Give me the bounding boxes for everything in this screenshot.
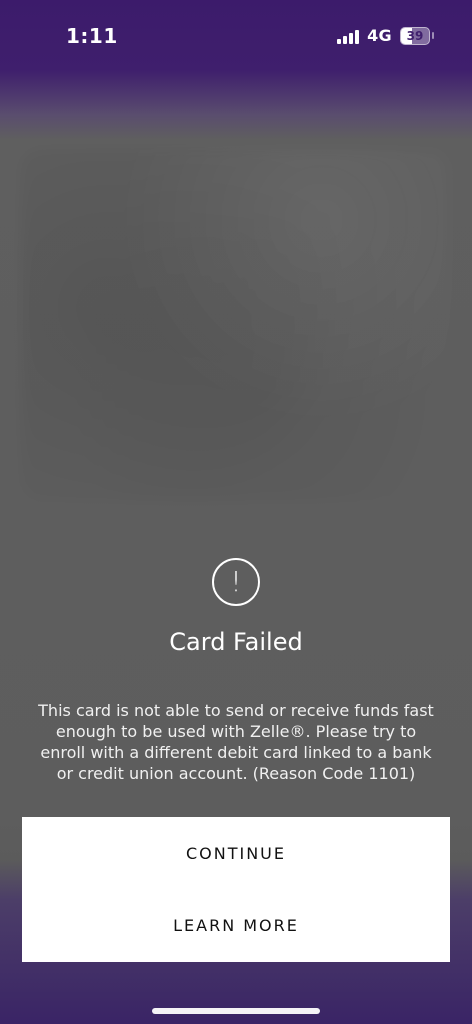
alert-icon: ! bbox=[212, 558, 260, 606]
battery-cap bbox=[432, 32, 434, 39]
blurred-background-content bbox=[22, 150, 450, 500]
battery-level: 39 bbox=[406, 28, 424, 43]
network-label: 4G bbox=[367, 26, 392, 45]
status-indicators: 4G 39 bbox=[337, 26, 434, 45]
learn-more-button[interactable]: LEARN MORE bbox=[22, 889, 450, 961]
dialog-title: Card Failed bbox=[169, 628, 303, 656]
action-panel: CONTINUE LEARN MORE bbox=[22, 817, 450, 962]
status-bar: 1:11 4G 39 bbox=[0, 0, 472, 70]
dialog-message: This card is not able to send or receive… bbox=[38, 701, 434, 783]
status-time: 1:11 bbox=[66, 24, 118, 48]
continue-button[interactable]: CONTINUE bbox=[22, 817, 450, 889]
battery-icon: 39 bbox=[400, 26, 430, 45]
home-indicator[interactable] bbox=[152, 1008, 320, 1014]
signal-icon bbox=[337, 28, 360, 44]
card-failed-screen: 1:11 4G 39 ! Card Failed This card is no… bbox=[0, 0, 472, 1024]
